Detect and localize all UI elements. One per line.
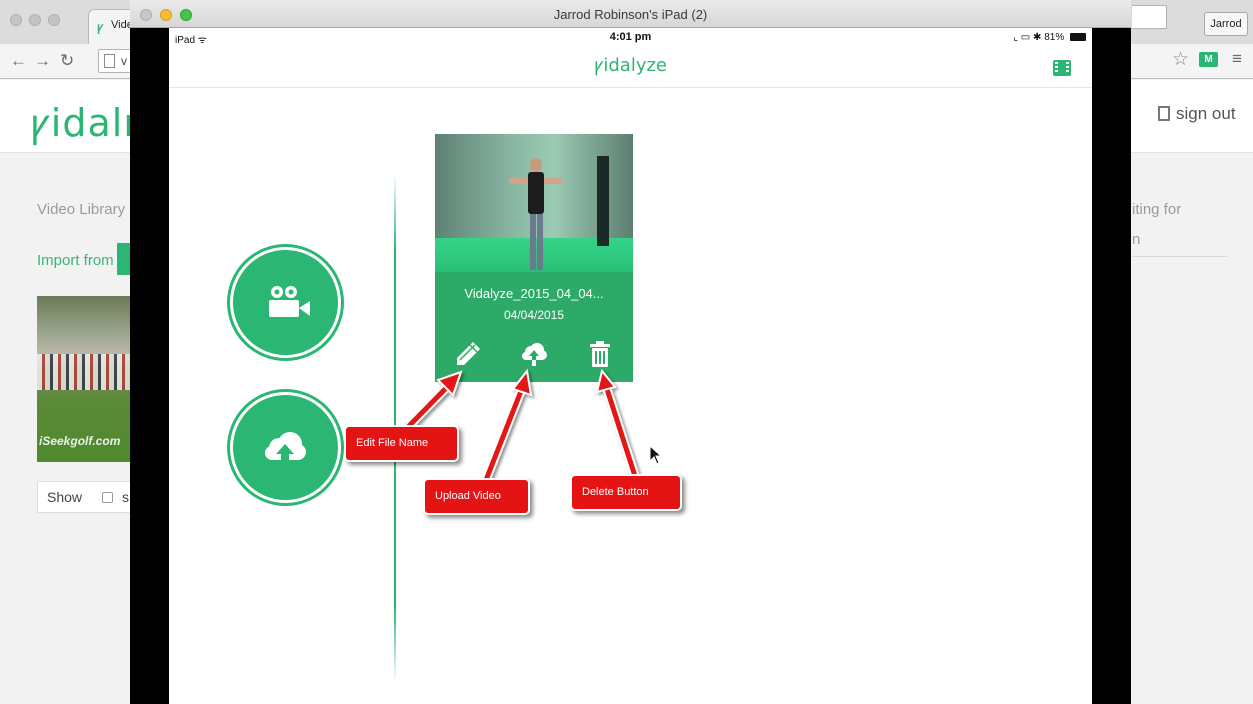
- back-icon[interactable]: ←: [10, 52, 27, 70]
- simulator-title: Jarrod Robinson's iPad (2): [553, 7, 708, 22]
- delete-video-button[interactable]: [585, 339, 615, 369]
- import-label: Import from: [37, 252, 114, 269]
- sign-out-link[interactable]: sign out: [1158, 104, 1236, 124]
- screen: ꝩ Vide Jarrod ← → ↻ v ☆ M ≡ ꝩidalı sign …: [0, 0, 1253, 704]
- profile-button[interactable]: Jarrod: [1204, 12, 1248, 36]
- thumbnail-person-legs: [530, 214, 543, 270]
- trash-icon: [590, 341, 610, 367]
- video-file-name: Vidalyze_2015_04_04...: [464, 286, 604, 301]
- show-checkbox-label: s: [122, 489, 129, 505]
- import-button[interactable]: [117, 243, 131, 275]
- ios-status-bar: iPad ᯤ 4:01 pm ⌞ ▭ ✱ 81%: [169, 28, 1092, 48]
- mouse-cursor-icon: [649, 445, 663, 465]
- chrome-menu-icon[interactable]: ≡: [1232, 49, 1242, 69]
- show-filter: Show s: [37, 481, 131, 513]
- right-panel-text-2: n: [1132, 231, 1141, 248]
- video-camera-icon: [269, 286, 310, 317]
- battery-icon: [1070, 33, 1086, 41]
- sign-out-icon: [1158, 106, 1170, 121]
- record-video-button[interactable]: [230, 247, 341, 358]
- pencil-icon: [457, 342, 480, 365]
- video-date: 04/04/2015: [503, 308, 565, 322]
- video-thumbnail[interactable]: [435, 134, 633, 272]
- thumbnail-crowd: [37, 354, 131, 390]
- show-label: Show: [47, 489, 83, 505]
- sign-out-label: sign out: [1176, 104, 1236, 123]
- thumbnail-watermark: iSeekgolf.com: [39, 434, 121, 448]
- status-time: 4:01 pm: [609, 31, 652, 43]
- upload-video-callout: Upload Video: [423, 478, 530, 515]
- extension-icon[interactable]: M: [1199, 52, 1218, 67]
- close-dot[interactable]: [10, 14, 22, 26]
- app-nav-bar: ꝩidalyze: [169, 48, 1092, 88]
- video-library-title: Video Library: [37, 201, 126, 218]
- window-controls: [10, 14, 60, 26]
- film-strip-icon[interactable]: [1053, 60, 1071, 76]
- forward-icon[interactable]: →: [34, 52, 51, 70]
- upload-file-button[interactable]: [230, 392, 341, 503]
- address-bar-end[interactable]: [1132, 5, 1167, 29]
- library-video-thumbnail[interactable]: iSeekgolf.com: [37, 296, 131, 462]
- cloud-upload-icon: [522, 343, 547, 366]
- vidalyze-favicon-icon: ꝩ: [97, 20, 104, 34]
- app-logo: ꝩidalyze: [594, 55, 667, 76]
- video-card[interactable]: Vidalyze_2015_04_04... 04/04/2015: [435, 134, 633, 382]
- show-checkbox[interactable]: [102, 492, 113, 503]
- right-panel-divider: [1132, 256, 1227, 257]
- edit-file-name-callout: Edit File Name: [344, 425, 459, 462]
- upload-video-button[interactable]: [519, 339, 549, 369]
- site-logo[interactable]: ꝩidalı: [30, 96, 135, 148]
- battery-percent: 81%: [1044, 32, 1065, 43]
- thumbnail-person-head: [530, 158, 542, 172]
- cloud-upload-icon: [265, 432, 306, 463]
- thumbnail-person-body: [528, 172, 544, 214]
- reload-icon[interactable]: ↻: [60, 52, 74, 70]
- url-text: v: [121, 54, 127, 68]
- edit-file-name-button[interactable]: [453, 339, 483, 369]
- right-panel-text: iting for: [1132, 201, 1182, 218]
- delete-button-callout: Delete Button: [570, 474, 682, 511]
- status-right: ⌞ ▭ ✱ 81%: [1013, 32, 1086, 43]
- ipad-simulator-window: Jarrod Robinson's iPad (2) iPad ᯤ 4:01 p…: [130, 0, 1131, 704]
- maximize-dot[interactable]: [48, 14, 60, 26]
- page-icon: [104, 54, 115, 68]
- bookmark-star-icon[interactable]: ☆: [1172, 48, 1189, 71]
- thumbnail-door: [597, 156, 609, 246]
- status-icons: ⌞ ▭ ✱: [1013, 32, 1042, 43]
- minimize-dot[interactable]: [29, 14, 41, 26]
- simulator-title-bar: Jarrod Robinson's iPad (2): [130, 0, 1131, 28]
